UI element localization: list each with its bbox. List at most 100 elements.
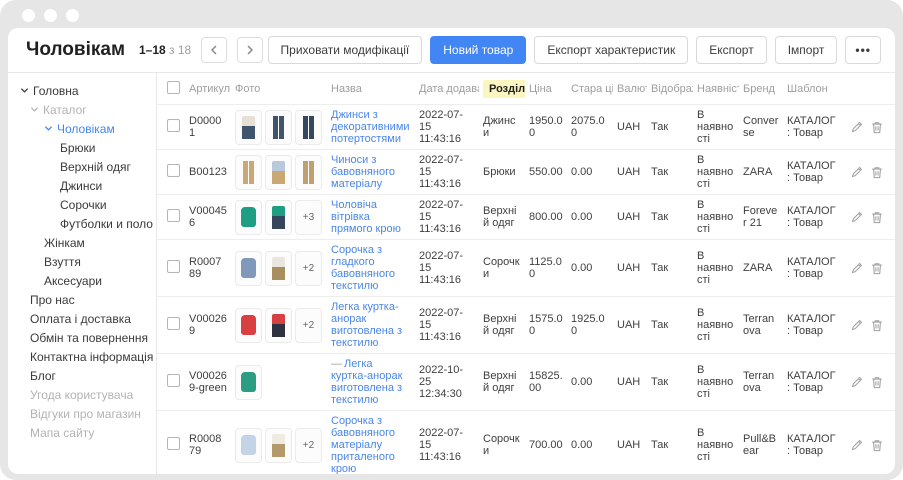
sidebar-item-golovna[interactable]: Головна xyxy=(8,81,156,100)
edit-button[interactable] xyxy=(851,211,863,223)
product-photo[interactable] xyxy=(265,155,292,190)
sidebar-item-obmin-ta-povernennya[interactable]: Обмін та повернення xyxy=(8,328,156,347)
column-header-template[interactable]: Шаблон xyxy=(783,73,841,105)
column-header-display[interactable]: Відображати xyxy=(647,73,693,105)
column-header-sku[interactable]: Артикул xyxy=(185,73,231,105)
new-product-button[interactable]: Новий товар xyxy=(430,36,526,64)
sidebar-item-pro-nas[interactable]: Про нас xyxy=(8,290,156,309)
import-button[interactable]: Імпорт xyxy=(775,36,838,64)
edit-icon xyxy=(851,262,863,274)
sidebar-item-verhniy-odyag[interactable]: Верхній одяг xyxy=(8,157,156,176)
more-actions-button[interactable]: ••• xyxy=(845,36,881,64)
product-photo[interactable] xyxy=(235,365,262,400)
edit-button[interactable] xyxy=(851,121,863,133)
next-page-button[interactable] xyxy=(237,37,263,63)
row-checkbox[interactable] xyxy=(167,209,180,222)
window-dot-3[interactable] xyxy=(66,9,79,22)
more-photos-badge[interactable]: +3 xyxy=(295,200,322,235)
product-photo[interactable] xyxy=(235,251,262,286)
column-header-price[interactable]: Ціна xyxy=(525,73,567,105)
sidebar-item-cholovikam[interactable]: Чоловікам xyxy=(8,119,156,138)
product-photo[interactable] xyxy=(295,155,322,190)
column-header-section[interactable]: Розділ xyxy=(479,73,525,105)
column-header-availability[interactable]: Наявність xyxy=(693,73,739,105)
column-header-actions[interactable] xyxy=(841,73,895,105)
product-name-link[interactable]: Чиноси з бавовняного матеріалу xyxy=(331,154,395,190)
sidebar-item-dzhynsy[interactable]: Джинси xyxy=(8,176,156,195)
product-photo[interactable] xyxy=(235,308,262,343)
row-checkbox[interactable] xyxy=(167,260,180,273)
sidebar-item-vidguky-pro-magazyn[interactable]: Відгуки про магазин xyxy=(8,404,156,423)
product-name-link[interactable]: Джинси з декоративними потертостями xyxy=(331,109,410,145)
export-characteristics-button[interactable]: Експорт характеристик xyxy=(534,36,688,64)
product-name-link[interactable]: Сорочка з гладкого бавовняного текстилю xyxy=(331,244,395,292)
sidebar-item-oplata-i-dostavka[interactable]: Оплата і доставка xyxy=(8,309,156,328)
product-brand: Converse xyxy=(739,105,783,150)
product-photos: +2 xyxy=(235,308,323,343)
more-photos-badge[interactable]: +2 xyxy=(295,251,322,286)
column-header-photo[interactable]: Фото xyxy=(231,73,327,105)
sorted-column-highlight[interactable]: Розділ xyxy=(483,80,525,98)
column-header-name[interactable]: Назва xyxy=(327,73,415,105)
product-display-flag: Так xyxy=(647,150,693,195)
row-checkbox[interactable] xyxy=(167,317,180,330)
sidebar-item-katalog[interactable]: Каталог xyxy=(8,100,156,119)
product-photo[interactable] xyxy=(265,251,292,286)
sidebar-item-kontaktna-informatsiya[interactable]: Контактна інформація xyxy=(8,347,156,366)
window-dot-1[interactable] xyxy=(22,9,35,22)
product-photo[interactable] xyxy=(265,110,292,145)
hide-modifications-button[interactable]: Приховати модифікації xyxy=(268,36,423,64)
select-all-checkbox[interactable] xyxy=(167,81,180,94)
product-photo[interactable] xyxy=(265,308,292,343)
delete-button[interactable] xyxy=(871,166,883,179)
row-checkbox[interactable] xyxy=(167,374,180,387)
sidebar-item-aksesuary[interactable]: Аксесуари xyxy=(8,271,156,290)
table-row: R000789+2Сорочка з гладкого бавовняного … xyxy=(157,240,895,297)
column-header-brand[interactable]: Бренд xyxy=(739,73,783,105)
edit-button[interactable] xyxy=(851,376,863,388)
row-checkbox[interactable] xyxy=(167,164,180,177)
delete-button[interactable] xyxy=(871,121,883,134)
sidebar-item-bryuky[interactable]: Брюки xyxy=(8,138,156,157)
row-checkbox[interactable] xyxy=(167,119,180,132)
window-dot-2[interactable] xyxy=(44,9,57,22)
edit-button[interactable] xyxy=(851,439,863,451)
more-photos-badge[interactable]: +2 xyxy=(295,428,322,463)
sidebar-item-sorochky[interactable]: Сорочки xyxy=(8,195,156,214)
product-photo[interactable] xyxy=(265,200,292,235)
column-header-currency[interactable]: Валюта xyxy=(613,73,647,105)
delete-button[interactable] xyxy=(871,376,883,389)
delete-icon xyxy=(871,376,883,389)
delete-button[interactable] xyxy=(871,211,883,224)
product-photo[interactable] xyxy=(265,428,292,463)
sidebar-item-ugoda-korystuvacha[interactable]: Угода користувача xyxy=(8,385,156,404)
edit-icon xyxy=(851,376,863,388)
product-photo[interactable] xyxy=(235,155,262,190)
edit-button[interactable] xyxy=(851,319,863,331)
edit-button[interactable] xyxy=(851,262,863,274)
column-header-date[interactable]: Дата додавання xyxy=(415,73,479,105)
product-name-link[interactable]: Легка куртка-анорак виготовлена з тексти… xyxy=(331,301,402,349)
sidebar-item-mapa-saytu[interactable]: Мапа сайту xyxy=(8,423,156,442)
prev-page-button[interactable] xyxy=(201,37,227,63)
product-availability: В наявності xyxy=(693,105,739,150)
sidebar-item-vzuttya[interactable]: Взуття xyxy=(8,252,156,271)
column-header-old-price[interactable]: Стара ціна xyxy=(567,73,613,105)
delete-button[interactable] xyxy=(871,262,883,275)
product-photo[interactable] xyxy=(235,200,262,235)
sidebar-item-zhinkam[interactable]: Жінкам xyxy=(8,233,156,252)
more-photos-badge[interactable]: +2 xyxy=(295,308,322,343)
product-photo[interactable] xyxy=(295,110,322,145)
edit-button[interactable] xyxy=(851,166,863,178)
product-photo[interactable] xyxy=(235,428,262,463)
product-section: Сорочки xyxy=(479,240,525,297)
delete-button[interactable] xyxy=(871,439,883,452)
product-name-link[interactable]: Сорочка з бавовняного матеріалу притален… xyxy=(331,415,395,474)
product-name-link[interactable]: Чоловіча вітрівка прямого крою xyxy=(331,199,401,235)
sidebar-item-blog[interactable]: Блог xyxy=(8,366,156,385)
export-button[interactable]: Експорт xyxy=(696,36,766,64)
product-photo[interactable] xyxy=(235,110,262,145)
delete-button[interactable] xyxy=(871,319,883,332)
sidebar-item-futbolky-i-polo[interactable]: Футболки и поло xyxy=(8,214,156,233)
row-checkbox[interactable] xyxy=(167,437,180,450)
